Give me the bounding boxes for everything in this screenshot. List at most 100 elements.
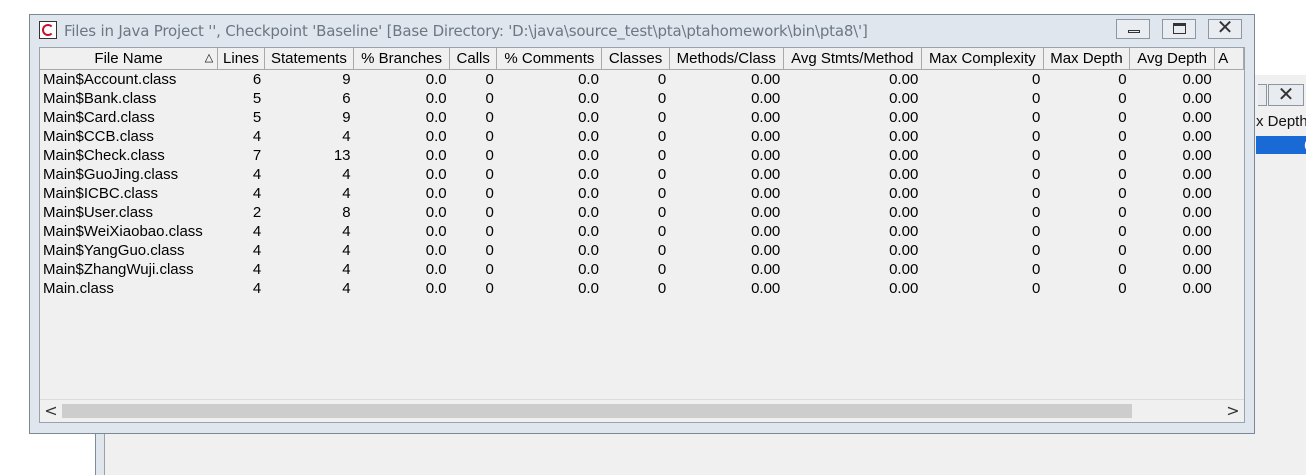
sort-ascending-icon: △: [204, 52, 214, 64]
metric-cell: 4: [252, 261, 262, 278]
table-row[interactable]: Main$GuoJing.class 4 4 0.0 0 0.0 0 0.00 0.00 0 0 0.…: [40, 165, 1244, 184]
metric-cell: 0: [485, 280, 494, 297]
metric-cell: 4: [252, 223, 262, 240]
metric-cell: 0.00: [1182, 128, 1212, 145]
table-row[interactable]: Main.class 4 4 0.0 0 0.0 0 0.00 0.00 0 0 0.00: [40, 279, 1244, 298]
file-name-cell: Main$ICBC.class: [43, 185, 159, 202]
file-name-cell: Main$Account.class: [43, 71, 177, 88]
metric-cell: 0: [1118, 128, 1127, 145]
title-bar[interactable]: Files in Java Project '', Checkpoint 'Ba…: [30, 15, 1254, 47]
metric-cell: 0: [485, 90, 494, 107]
background-column-header[interactable]: x Depth: [1256, 113, 1306, 130]
metric-cell: 9: [342, 109, 351, 126]
metric-cell: 0: [657, 280, 667, 297]
metric-cell: 0.00: [889, 71, 919, 88]
metric-cell: 0.0: [578, 223, 599, 240]
metrics-table: File Name △ Lines Statements % Branches …: [40, 48, 1244, 298]
column-header-avg-depth[interactable]: Avg Depth: [1129, 48, 1216, 70]
window-title: Files in Java Project '', Checkpoint 'Ba…: [64, 22, 868, 40]
column-header-branches[interactable]: % Branches: [353, 48, 451, 70]
table-row[interactable]: Main$ICBC.class 4 4 0.0 0 0.0 0 0.00 0.00 0 0 0.00: [40, 184, 1244, 203]
metric-cell: 0.00: [751, 71, 781, 88]
file-name-cell: Main$User.class: [43, 204, 154, 221]
app-icon[interactable]: [39, 21, 57, 39]
column-header-label: File Name: [94, 50, 163, 67]
column-header-calls[interactable]: Calls: [449, 48, 498, 70]
column-header-partial[interactable]: A: [1214, 48, 1244, 70]
metric-cell: 4: [252, 185, 262, 202]
metric-cell: 0.00: [889, 204, 919, 221]
metric-cell: 0.0: [578, 280, 599, 297]
horizontal-scrollbar[interactable]: < >: [40, 399, 1244, 422]
metric-cell: 0: [1032, 185, 1041, 202]
metric-cell: 7: [252, 147, 262, 164]
metric-cell: 0.0: [578, 128, 599, 145]
table-row[interactable]: Main$Account.class 6 9 0.0 0 0.0 0 0.00 0.00 0 0 0.…: [40, 70, 1244, 90]
file-name-cell: Main.class: [43, 280, 114, 297]
close-icon: ✕: [1277, 84, 1295, 106]
background-selected-cell[interactable]: 0: [1256, 136, 1306, 154]
metric-cell: 0.00: [751, 166, 781, 183]
metric-cell: 0: [1032, 223, 1041, 240]
metric-cell: 0: [485, 242, 494, 259]
metric-cell: 0.00: [1182, 223, 1212, 240]
metric-cell: 0.0: [578, 204, 599, 221]
metric-cell: 0: [1118, 204, 1127, 221]
table-row[interactable]: Main$Check.class 7 13 0.0 0 0.0 0 0.00 0.00 0 0 0.0…: [40, 146, 1244, 165]
background-close-button[interactable]: ✕: [1268, 84, 1304, 106]
close-icon: ✕: [1216, 17, 1234, 39]
scrollbar-thumb[interactable]: [62, 404, 1132, 418]
background-maximize-button-partial[interactable]: [1258, 84, 1267, 106]
close-button[interactable]: ✕: [1208, 17, 1242, 39]
column-header-comments[interactable]: % Comments: [496, 48, 603, 70]
metric-cell: 0: [1032, 90, 1041, 107]
filler-cell: [1215, 89, 1244, 108]
scroll-right-icon[interactable]: >: [1224, 402, 1242, 420]
metric-cell: 0: [1118, 166, 1127, 183]
metric-cell: 0.00: [751, 90, 781, 107]
metric-cell: 0.0: [425, 185, 447, 202]
column-header-avg-stmts-per-method[interactable]: Avg Stmts/Method: [783, 48, 922, 70]
table-row[interactable]: Main$ZhangWuji.class 4 4 0.0 0 0.0 0 0.00 0.00 0 0…: [40, 260, 1244, 279]
metric-cell: 0.00: [889, 242, 919, 259]
metric-cell: 0: [1032, 242, 1041, 259]
header-row: File Name △ Lines Statements % Branches …: [40, 48, 1244, 70]
metric-cell: 8: [342, 204, 351, 221]
column-header-lines[interactable]: Lines: [217, 48, 265, 70]
maximize-button[interactable]: [1162, 19, 1196, 39]
column-header-file-name[interactable]: File Name △: [40, 48, 219, 70]
metric-cell: 6: [252, 71, 262, 88]
metric-cell: 0: [1118, 109, 1127, 126]
column-header-max-depth[interactable]: Max Depth: [1043, 48, 1131, 70]
column-header-statements[interactable]: Statements: [264, 48, 355, 70]
metric-cell: 0: [1118, 185, 1127, 202]
metric-cell: 0.00: [751, 280, 781, 297]
metric-cell: 0: [1032, 280, 1041, 297]
column-header-max-complexity[interactable]: Max Complexity: [921, 48, 1044, 70]
filler-cell: [1215, 184, 1244, 203]
metric-cell: 0.0: [578, 90, 599, 107]
metric-cell: 4: [342, 223, 351, 240]
metric-cell: 0.00: [889, 90, 919, 107]
metric-cell: 0: [485, 223, 494, 240]
minimize-button[interactable]: [1116, 19, 1150, 39]
file-name-cell: Main$CCB.class: [43, 128, 154, 145]
metric-cell: 0: [657, 109, 667, 126]
table-row[interactable]: Main$User.class 2 8 0.0 0 0.0 0 0.00 0.00 0 0 0.00: [40, 203, 1244, 222]
scroll-left-icon[interactable]: <: [42, 402, 60, 420]
metric-cell: 0.00: [1182, 261, 1212, 278]
metric-cell: 0.00: [1182, 204, 1212, 221]
metric-cell: 0.0: [425, 204, 447, 221]
file-name-cell: Main$Bank.class: [43, 90, 157, 107]
table-row[interactable]: Main$YangGuo.class 4 4 0.0 0 0.0 0 0.00 0.00 0 0 0.…: [40, 241, 1244, 260]
metric-cell: 0.0: [425, 147, 447, 164]
table-row[interactable]: Main$Card.class 5 9 0.0 0 0.0 0 0.00 0.00 0 0 0.00: [40, 108, 1244, 127]
column-header-methods-per-class[interactable]: Methods/Class: [669, 48, 784, 70]
metric-cell: 0: [485, 147, 494, 164]
table-row[interactable]: Main$WeiXiaobao.class 4 4 0.0 0 0.0 0 0.00 0.00 0…: [40, 222, 1244, 241]
table-row[interactable]: Main$Bank.class 5 6 0.0 0 0.0 0 0.00 0.00 0 0 0.00: [40, 89, 1244, 108]
table-row[interactable]: Main$CCB.class 4 4 0.0 0 0.0 0 0.00 0.00 0 0 0.00: [40, 127, 1244, 146]
column-header-classes[interactable]: Classes: [601, 48, 670, 70]
file-list-view[interactable]: File Name △ Lines Statements % Branches …: [39, 47, 1245, 423]
file-name-cell: Main$ZhangWuji.class: [43, 261, 194, 278]
